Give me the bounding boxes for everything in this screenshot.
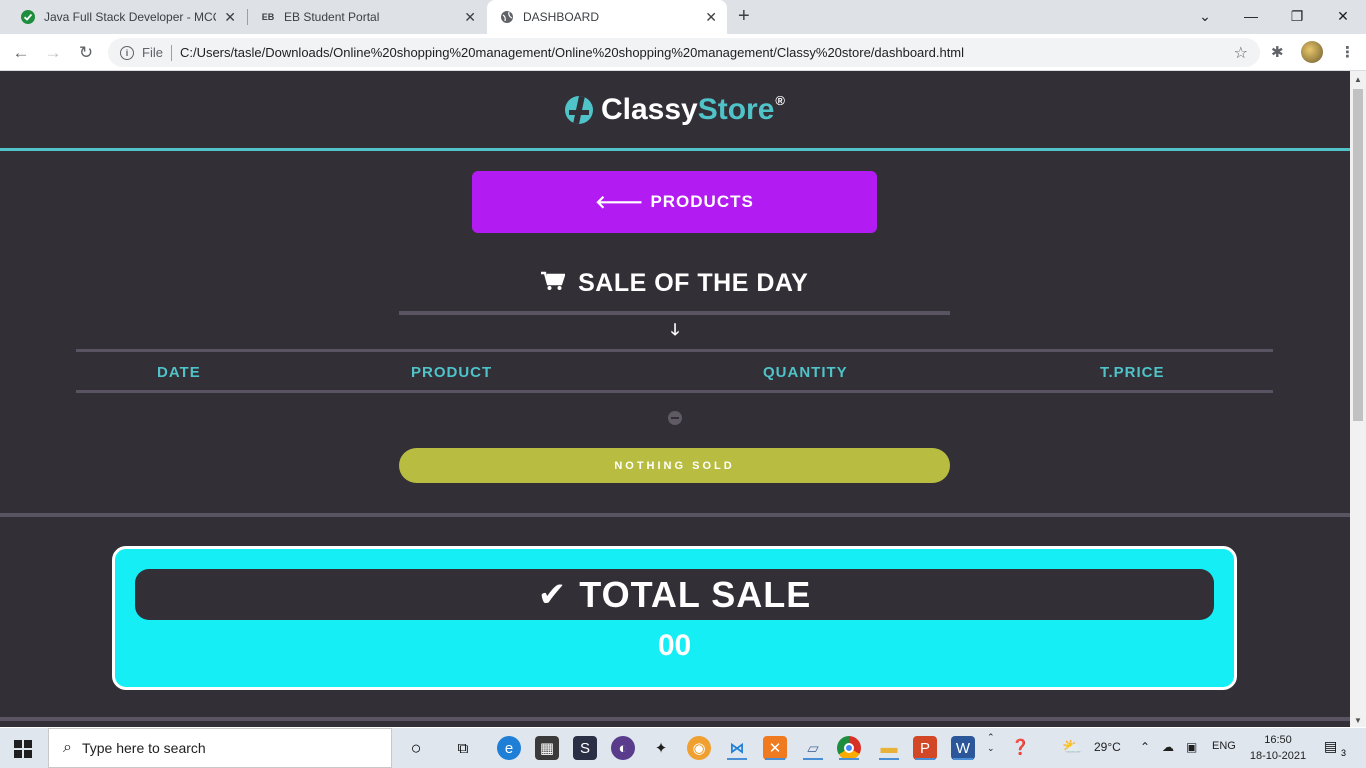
new-tab-button[interactable]: + — [738, 5, 750, 28]
taskbar-search-placeholder: Type here to search — [81, 740, 206, 756]
total-sale-value: 00 — [657, 629, 692, 662]
column-header-date: DATE — [157, 364, 201, 381]
clock-date: 18-10-2021 — [1249, 750, 1307, 762]
check-icon: ✔ — [537, 575, 568, 614]
dashboard-page: Classy Store ® 🡐 PRODUCTS SALE OF THE DAY … — [0, 71, 1350, 727]
section-divider — [0, 513, 1350, 517]
kebab-menu-icon[interactable]: ⋮ — [1340, 43, 1355, 61]
arrow-left-icon: 🡐 — [595, 191, 645, 212]
sales-table-header: DATE PRODUCT QUANTITY T.PRICE — [76, 349, 1273, 393]
extensions-puzzle-icon[interactable]: ✱ — [1271, 43, 1284, 61]
close-tab-icon[interactable]: ✕ — [464, 9, 476, 26]
edge-browser-icon[interactable]: e — [497, 736, 521, 760]
cart-icon — [540, 269, 572, 297]
products-button-label: PRODUCTS — [650, 192, 754, 211]
close-tab-icon[interactable]: ✕ — [224, 9, 236, 26]
powerpoint-icon[interactable]: P — [913, 736, 937, 760]
total-sale-label-bar: ✔ TOTAL SALE — [135, 569, 1214, 620]
address-bar[interactable]: i File C:/Users/tasle/Downloads/Online%2… — [108, 38, 1260, 67]
bottom-divider — [0, 717, 1350, 721]
brand-name-part2: Store — [697, 92, 775, 126]
sublime-text-icon[interactable]: S — [573, 736, 597, 760]
sale-of-the-day-heading: SALE OF THE DAY — [399, 269, 950, 298]
vscode-icon[interactable]: ⋈ — [725, 736, 749, 760]
tab-label: Java Full Stack Developer - MCQ — [44, 10, 216, 24]
back-arrow-icon[interactable]: ← — [9, 41, 33, 65]
site-header: Classy Store ® — [0, 71, 1350, 151]
onedrive-icon[interactable]: ☁ — [1162, 740, 1174, 754]
forward-arrow-icon[interactable]: → — [41, 41, 65, 65]
url-text[interactable]: C:/Users/tasle/Downloads/Online%20shoppi… — [180, 45, 964, 60]
minus-circle-icon — [668, 411, 682, 425]
arrow-down-icon: 🡓 — [670, 322, 680, 339]
avast-icon[interactable]: ◉ — [687, 736, 711, 760]
check-circle-icon — [20, 9, 36, 25]
total-sale-card: ✔ TOTAL SALE 00 — [112, 546, 1237, 690]
bookmark-star-icon[interactable]: ☆ — [1234, 43, 1248, 63]
tray-overflow-chevron-icon[interactable]: ⌃ ⌄ — [987, 732, 995, 754]
profile-avatar[interactable] — [1301, 41, 1323, 63]
column-header-total-price: T.PRICE — [1100, 364, 1165, 381]
task-view-icon[interactable]: ⧉ — [451, 736, 475, 760]
info-icon[interactable]: i — [120, 45, 134, 60]
scheme-label: File — [142, 45, 163, 60]
weather-icon[interactable]: ⛅ — [1062, 737, 1082, 757]
omnibox-divider — [170, 44, 172, 61]
products-button[interactable]: 🡐 PRODUCTS — [472, 171, 877, 233]
search-icon: ⌕ — [63, 739, 72, 756]
chrome-icon[interactable] — [837, 736, 861, 760]
word-icon[interactable]: W — [951, 736, 975, 760]
tab-java-mcq[interactable]: Java Full Stack Developer - MCQ ✕ — [0, 0, 246, 34]
notepad-icon[interactable]: ▱ — [801, 736, 825, 760]
network-icon[interactable]: ▣ — [1186, 740, 1197, 754]
reload-icon[interactable]: ↻ — [74, 41, 98, 65]
total-sale-label: TOTAL SALE — [579, 573, 812, 615]
file-explorer-icon[interactable]: ▬ — [877, 736, 901, 760]
restore-button[interactable]: ❐ — [1274, 0, 1320, 32]
minimize-button[interactable]: — — [1228, 0, 1274, 32]
cortana-icon[interactable]: ○ — [404, 736, 428, 760]
brand-logo-icon — [564, 95, 593, 124]
system-clock[interactable]: 16:50 18-10-2021 — [1248, 732, 1308, 764]
xampp-icon[interactable]: ✕ — [763, 736, 787, 760]
language-indicator[interactable]: ENG — [1212, 740, 1236, 752]
notification-count: 3 — [1340, 748, 1346, 758]
tab-eb-student-portal[interactable]: EB EB Student Portal ✕ — [240, 0, 486, 34]
column-header-quantity: QUANTITY — [763, 364, 848, 381]
sale-title-underline — [399, 311, 950, 315]
taskbar-search-box[interactable]: ⌕ Type here to search — [48, 728, 392, 768]
tab-search-icon[interactable]: ⌄ — [1182, 0, 1228, 32]
brand-logo[interactable]: Classy Store ® — [564, 92, 786, 127]
scrollbar-thumb[interactable] — [1353, 89, 1363, 421]
windows-taskbar: ⌕ Type here to search ○ ⧉ e ▦ S ◐ ✦ ◉ ⋈ … — [0, 728, 1366, 768]
brand-name-part1: Classy — [600, 92, 698, 126]
close-window-button[interactable]: ✕ — [1320, 0, 1366, 32]
close-tab-icon[interactable]: ✕ — [705, 9, 717, 26]
tab-dashboard[interactable]: DASHBOARD ✕ — [487, 0, 727, 34]
tray-up-arrow-icon[interactable]: ⌃ — [1140, 740, 1150, 754]
scroll-up-icon[interactable]: ▲ — [1354, 75, 1362, 84]
help-icon[interactable]: ❓ — [1011, 738, 1030, 756]
registered-mark: ® — [775, 93, 786, 108]
tab-label: EB Student Portal — [284, 10, 380, 24]
eclipse-icon[interactable]: ◐ — [611, 736, 635, 760]
tab-label: DASHBOARD — [523, 10, 600, 24]
browser-toolbar: ← → ↻ i File C:/Users/tasle/Downloads/On… — [0, 34, 1366, 71]
scroll-down-icon[interactable]: ▼ — [1354, 716, 1362, 725]
page-scrollbar[interactable]: ▲ ▼ — [1350, 71, 1366, 727]
clock-time: 16:50 — [1264, 734, 1292, 746]
browser-tab-strip: Java Full Stack Developer - MCQ ✕ EB EB … — [0, 0, 1366, 34]
dropbox-icon[interactable]: ✦ — [649, 736, 673, 760]
portal-icon: EB — [261, 12, 275, 22]
column-header-product: PRODUCT — [411, 364, 493, 381]
notification-center-icon[interactable]: 3 ▤ — [1324, 738, 1346, 758]
globe-icon — [499, 9, 515, 25]
sale-title-text: SALE OF THE DAY — [578, 269, 809, 297]
windows-start-icon[interactable] — [14, 740, 32, 758]
microsoft-store-icon[interactable]: ▦ — [535, 736, 559, 760]
nothing-sold-badge: NOTHING SOLD — [399, 448, 950, 483]
weather-temperature[interactable]: 29°C — [1094, 740, 1121, 754]
